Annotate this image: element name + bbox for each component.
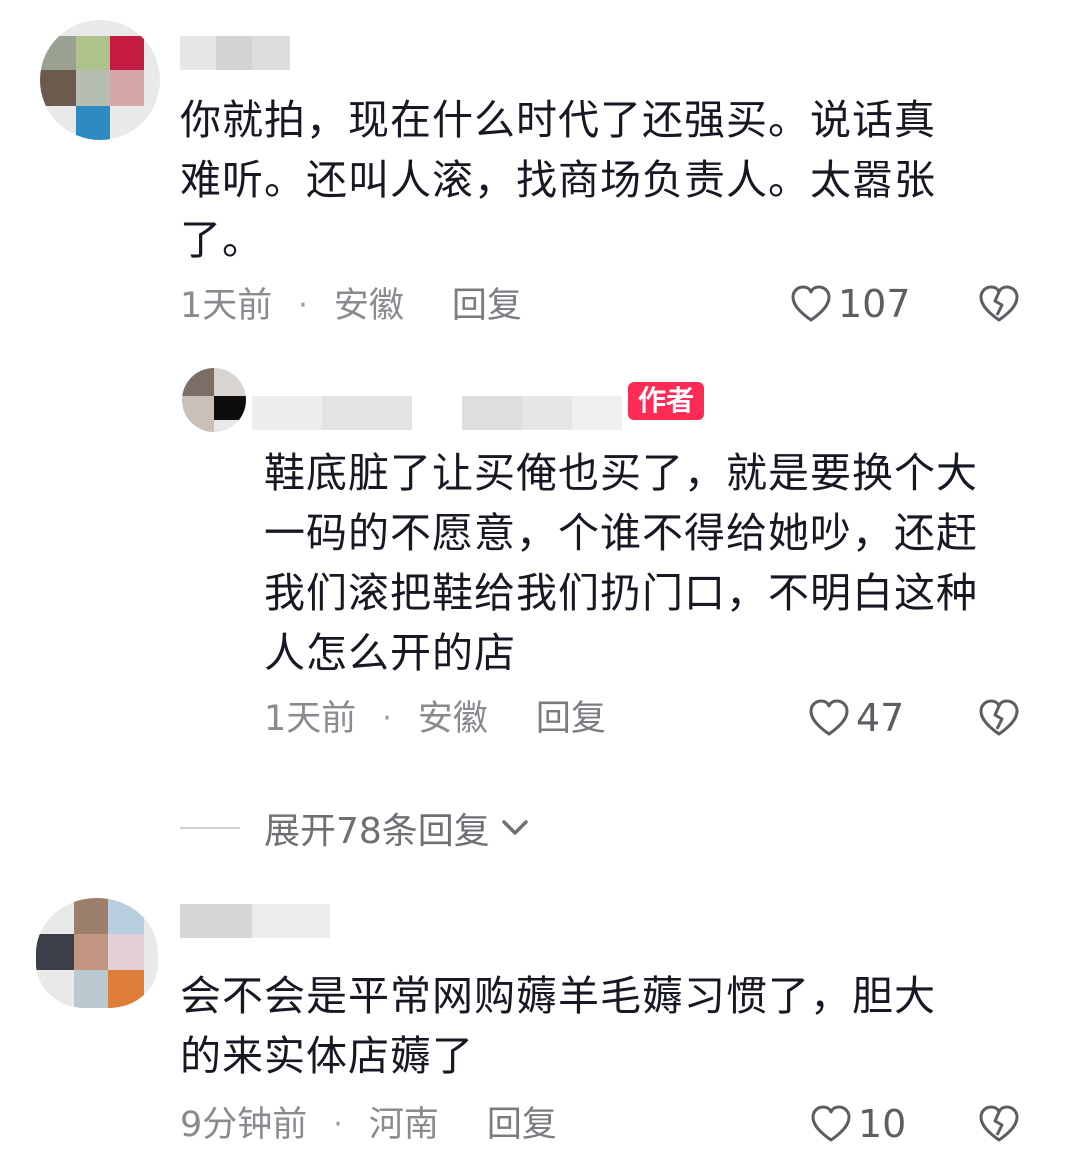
like-count: 107 xyxy=(838,282,911,326)
separator-dot: · xyxy=(333,1107,343,1142)
username[interactable] xyxy=(252,396,622,430)
avatar-mosaic-tile xyxy=(76,70,110,106)
avatar-mosaic-tile xyxy=(36,934,74,970)
comment-text: 你就拍，现在什么时代了还强买。说话真 难听。还叫人滚，找商场负责人。太嚣张 了。 xyxy=(180,96,936,264)
broken-heart-icon xyxy=(979,699,1019,736)
avatar[interactable] xyxy=(36,898,158,1008)
reply-button[interactable]: 回复 xyxy=(487,1103,557,1147)
comment-meta: 1天前 · 安徽 回复 xyxy=(180,284,522,328)
name-mosaic-tile xyxy=(522,396,572,430)
avatar-mosaic-tile xyxy=(182,368,214,396)
name-mosaic-tile xyxy=(252,36,290,70)
author-badge: 作者 xyxy=(628,382,705,420)
comment-location: 安徽 xyxy=(417,699,488,739)
comment-text: 会不会是平常网购薅羊毛薅习惯了，胆大 的来实体店薅了 xyxy=(180,972,936,1080)
avatar-mosaic-tile xyxy=(108,898,144,934)
avatar-mosaic-tile xyxy=(110,36,144,70)
heart-outline-icon xyxy=(811,1105,851,1142)
like-button[interactable]: 10 xyxy=(810,1102,906,1146)
avatar-mosaic-tile xyxy=(40,36,76,70)
like-count: 47 xyxy=(856,696,905,740)
dislike-button[interactable] xyxy=(978,698,1020,738)
comment-time: 9分钟前 xyxy=(180,1105,308,1145)
avatar-mosaic-tile xyxy=(76,36,110,70)
name-mosaic-tile xyxy=(462,396,522,430)
expand-replies-button[interactable]: 展开78条回复 xyxy=(180,802,530,854)
name-mosaic-tile xyxy=(572,396,622,430)
username[interactable] xyxy=(180,36,290,70)
name-mosaic-tile xyxy=(322,396,412,430)
avatar-mosaic-tile xyxy=(40,70,76,106)
reply-button[interactable]: 回复 xyxy=(452,284,522,328)
like-count: 10 xyxy=(858,1102,907,1146)
avatar-mosaic-tile xyxy=(182,396,214,432)
comment-text: 鞋底脏了让买俺也买了，就是要换个大 一码的不愿意，个谁不得给她吵，还赶 我们滚把… xyxy=(264,449,978,677)
comment-meta: 9分钟前 · 河南 回复 xyxy=(180,1103,557,1147)
like-button[interactable]: 107 xyxy=(790,282,911,326)
expand-replies-label: 展开78条回复 xyxy=(264,811,490,852)
avatar-mosaic-tile xyxy=(214,368,246,396)
avatar[interactable] xyxy=(40,20,160,140)
name-mosaic-tile xyxy=(216,36,252,70)
comment-time: 1天前 xyxy=(180,286,273,326)
avatar-mosaic-tile xyxy=(74,934,108,970)
avatar-mosaic-tile xyxy=(74,898,108,934)
dislike-button[interactable] xyxy=(978,1104,1020,1144)
avatar-mosaic-tile xyxy=(110,70,144,106)
avatar-mosaic-tile xyxy=(214,396,246,420)
comment-meta: 1天前 · 安徽 回复 xyxy=(264,697,606,741)
chevron-down-icon xyxy=(502,820,528,835)
avatar-mosaic-tile xyxy=(74,970,108,1008)
comment-location: 河南 xyxy=(368,1105,439,1145)
name-mosaic-tile xyxy=(180,36,216,70)
username[interactable] xyxy=(180,904,330,938)
avatar-mosaic-tile xyxy=(76,106,110,140)
like-button[interactable]: 47 xyxy=(808,696,904,740)
name-mosaic-tile xyxy=(252,904,330,938)
name-mosaic-tile xyxy=(252,396,322,430)
name-mosaic-tile xyxy=(180,904,252,938)
heart-outline-icon xyxy=(791,285,831,322)
avatar-mosaic-tile xyxy=(108,934,144,970)
broken-heart-icon xyxy=(979,285,1019,322)
avatar-mosaic-tile xyxy=(108,970,144,1008)
divider-line xyxy=(180,827,240,829)
heart-outline-icon xyxy=(809,699,849,736)
separator-dot: · xyxy=(298,288,308,323)
dislike-button[interactable] xyxy=(978,284,1020,324)
comment-time: 1天前 xyxy=(264,699,357,739)
broken-heart-icon xyxy=(979,1105,1019,1142)
separator-dot: · xyxy=(382,701,392,736)
comment-location: 安徽 xyxy=(333,286,404,326)
avatar[interactable] xyxy=(182,368,246,432)
reply-button[interactable]: 回复 xyxy=(536,697,606,741)
